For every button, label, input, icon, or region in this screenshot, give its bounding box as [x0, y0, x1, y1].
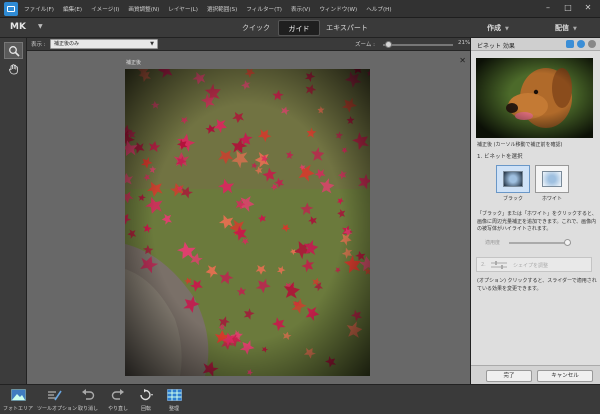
bottom-bar: フォトエリア ツールオプション 取り消し やり直し 回転 整理: [0, 384, 600, 414]
amount-label: 適用度: [485, 240, 501, 246]
organizer-icon: [166, 388, 182, 402]
menu-image[interactable]: イメージ(I): [91, 5, 119, 13]
cancel-button[interactable]: キャンセル: [537, 370, 593, 382]
zoom-label: ズーム :: [355, 42, 375, 48]
menu-window[interactable]: ウィンドウ(W): [319, 5, 357, 13]
tool-options-label: ツールオプション: [37, 406, 78, 412]
white-vignette-icon: [542, 171, 562, 187]
vignette-black-button[interactable]: [496, 165, 530, 193]
canvas-area: 補正後 ✕: [27, 51, 470, 384]
zoom-slider[interactable]: [383, 41, 453, 48]
hand-icon: [8, 63, 18, 74]
close-icon[interactable]: ✕: [459, 56, 466, 65]
create-label: 作成: [487, 24, 501, 32]
tool-options-button[interactable]: ツールオプション: [37, 388, 78, 412]
step1-label: 1. ビネットを選択: [477, 154, 523, 160]
adjust-shape-button[interactable]: 2. シェイプを調整: [476, 257, 592, 272]
tab-guided[interactable]: ガイド: [278, 20, 320, 36]
panel-header: ビネット 効果: [471, 38, 600, 51]
photo-bin-icon: [10, 388, 26, 402]
preview-caption: 補正後 (カーソル移動で補正前を確認): [477, 142, 563, 148]
panel-footer: 完了 キャンセル: [471, 365, 600, 384]
undo-label: 取り消し: [77, 406, 98, 412]
undo-icon: [80, 388, 96, 402]
share-menu[interactable]: 配信 ▼: [555, 23, 577, 33]
magnifier-icon: [8, 45, 20, 57]
menu-edit[interactable]: 編集(E): [63, 5, 82, 13]
tab-quick[interactable]: クイック: [234, 20, 278, 36]
home-icon[interactable]: [566, 40, 574, 48]
hand-tool[interactable]: [4, 60, 23, 77]
optional-text: (オプション) クリックすると、スライダーで適用されている効果を変更できます。: [477, 278, 597, 292]
user-initials[interactable]: MK: [10, 22, 26, 32]
sliders-icon: [491, 261, 507, 269]
menu-filter[interactable]: フィルター(T): [246, 5, 282, 13]
organizer-label: 整理: [168, 406, 179, 412]
redo-icon: [110, 388, 126, 402]
photo-bin-label: フォトエリア: [2, 406, 33, 412]
step2-number: 2.: [481, 262, 486, 268]
black-label: ブラック: [502, 196, 523, 202]
rotate-icon: [138, 388, 154, 402]
menu-select[interactable]: 選択範囲(S): [207, 5, 237, 13]
chevron-down-icon: ▼: [573, 26, 577, 32]
view-select-value: 補正後のみ: [54, 41, 80, 47]
create-menu[interactable]: 作成 ▼: [487, 23, 509, 33]
menu-help[interactable]: ヘルプ(H): [366, 5, 391, 13]
help-icon[interactable]: [588, 40, 596, 48]
dog-preview-image: [476, 58, 593, 138]
minimize-button[interactable]: –: [542, 3, 554, 13]
organizer-button[interactable]: 整理: [157, 388, 191, 412]
reset-icon[interactable]: [577, 40, 585, 48]
chevron-down-icon[interactable]: ▼: [38, 23, 43, 30]
amount-slider-handle[interactable]: [564, 239, 572, 246]
share-label: 配信: [555, 24, 569, 32]
tab-expert[interactable]: エキスパート: [322, 20, 372, 36]
done-button[interactable]: 完了: [486, 370, 532, 382]
zoom-slider-handle[interactable]: [385, 41, 393, 48]
chevron-down-icon: ▼: [150, 41, 154, 47]
help-text: 「ブラック」または「ホワイト」をクリックすると、画像に周辺光量補正を追加できます…: [477, 211, 597, 232]
mode-bar: MK ▼ クイック ガイド エキスパート 作成 ▼ 配信 ▼: [0, 18, 600, 38]
amount-slider[interactable]: [509, 239, 572, 246]
view-select[interactable]: 補正後のみ ▼: [50, 39, 158, 49]
black-vignette-icon: [503, 171, 523, 187]
menu-layer[interactable]: レイヤー(L): [168, 5, 198, 13]
zoom-tool[interactable]: [4, 42, 23, 59]
close-window-button[interactable]: ✕: [582, 3, 594, 13]
menu-file[interactable]: ファイル(F): [24, 5, 54, 13]
zoom-value: 21%: [458, 40, 471, 46]
view-options-bar: 表示 : 補正後のみ ▼ ズーム : 21%: [27, 38, 470, 51]
tool-panel: [0, 38, 27, 384]
leaves-image: [125, 69, 370, 376]
undo-button[interactable]: 取り消し: [71, 388, 105, 412]
maximize-button[interactable]: □: [562, 3, 574, 13]
photo-autumn-leaves: [125, 69, 370, 376]
chevron-down-icon: ▼: [505, 26, 509, 32]
menu-bar: ファイル(F) 編集(E) イメージ(I) 画質調整(N) レイヤー(L) 選択…: [0, 0, 600, 18]
guided-edit-panel: ビネット 効果 補正後 (カーソル移動で補正前を確認) 1. ビネットを選択 ブ…: [470, 38, 600, 384]
panel-title: ビネット 効果: [477, 43, 515, 50]
view-label: 表示 :: [31, 42, 46, 48]
document-title: 補正後: [126, 60, 142, 66]
menu-enhance[interactable]: 画質調整(N): [128, 5, 159, 13]
photo-bin-button[interactable]: フォトエリア: [1, 388, 35, 412]
step2-label: シェイプを調整: [513, 263, 549, 269]
white-label: ホワイト: [541, 196, 562, 202]
pencil-list-icon: [46, 388, 62, 402]
preview-image: [476, 58, 593, 138]
menu-view[interactable]: 表示(V): [291, 5, 310, 13]
vignette-white-button[interactable]: [535, 165, 569, 193]
app-logo-icon: [4, 1, 18, 16]
